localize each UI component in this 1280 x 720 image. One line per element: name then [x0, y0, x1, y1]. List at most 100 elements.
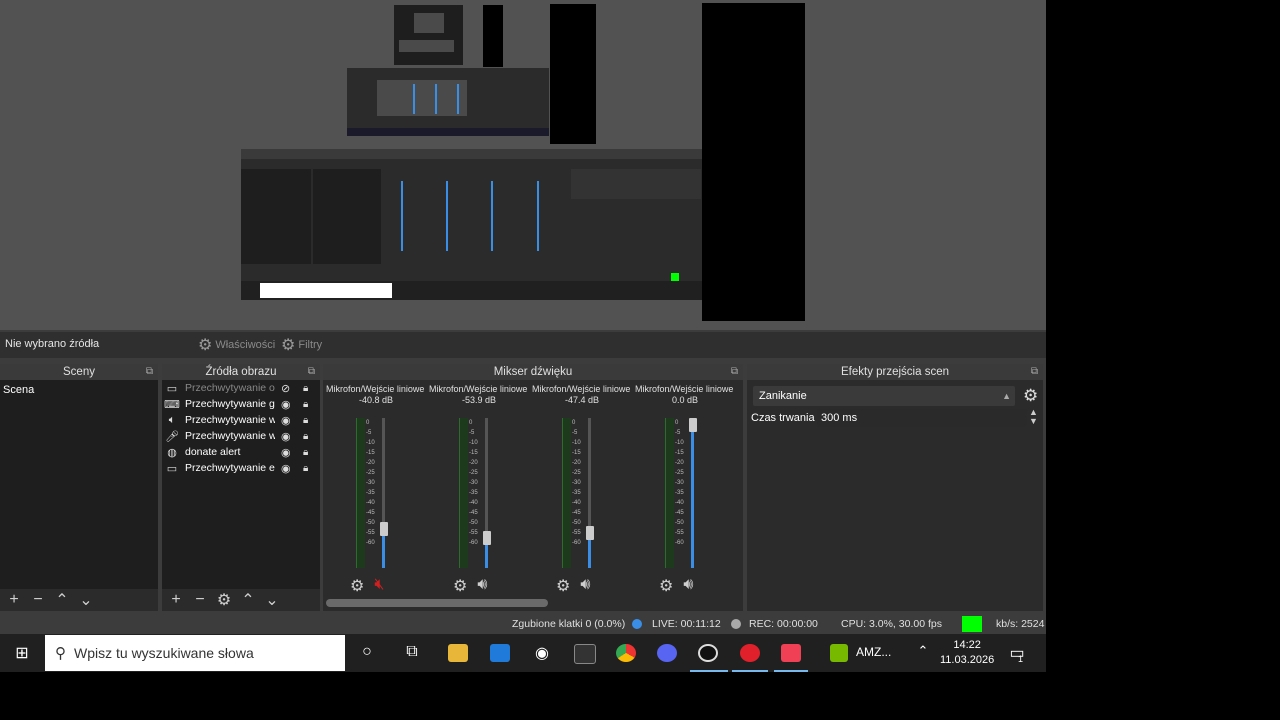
- move-up-icon[interactable]: ⌃: [52, 590, 72, 610]
- properties-button[interactable]: ⚙ Właściwości: [198, 335, 275, 355]
- nvidia-icon[interactable]: [830, 644, 848, 662]
- chevron-up-icon[interactable]: ⌃: [912, 643, 934, 663]
- meter-tick-label: 0: [572, 420, 576, 426]
- steam-icon[interactable]: ◉: [531, 643, 553, 663]
- discord-icon[interactable]: [657, 644, 677, 662]
- scene-item[interactable]: Scena: [0, 380, 158, 400]
- spinner-icon[interactable]: ▲ ▼: [1029, 408, 1038, 426]
- app-red-icon[interactable]: [740, 644, 760, 662]
- chrome-icon[interactable]: [616, 644, 636, 662]
- gear-icon[interactable]: ⚙: [659, 576, 673, 596]
- move-up-icon[interactable]: ⌃: [238, 590, 258, 610]
- lock-icon[interactable]: 🔒︎: [303, 399, 308, 410]
- undock-icon[interactable]: ⧉: [1031, 364, 1038, 380]
- duration-field[interactable]: 300 ms: [817, 409, 1027, 427]
- pocket-icon[interactable]: [781, 644, 801, 662]
- source-item[interactable]: ◍ donate alert ◉ 🔒︎: [162, 444, 320, 460]
- source-item[interactable]: ▭ Przechwytywanie o ⊘ 🔒︎: [162, 380, 320, 396]
- clock[interactable]: 14:22 11.03.2026: [940, 638, 994, 668]
- meter-scale: 0 -5 -10 -15 -20 -25 -30 -35 -40 -45 -50 -55 -60: [469, 418, 483, 568]
- gear-icon[interactable]: ⚙: [556, 576, 570, 596]
- source-item[interactable]: ⌨ Przechwytywanie g ◉ 🔒︎: [162, 396, 320, 412]
- file-explorer-icon[interactable]: [448, 644, 468, 662]
- meter-tick-label: -10: [469, 440, 478, 446]
- source-item[interactable]: 🎤︎ Przechwytywanie w ◉ 🔒︎: [162, 428, 320, 444]
- source-name: Przechwytywanie w: [185, 414, 275, 426]
- gear-icon[interactable]: ⚙: [453, 576, 467, 596]
- meter-tick-label: -30: [366, 480, 375, 486]
- meter-tick-label: -20: [675, 460, 684, 466]
- gear-icon[interactable]: ⚙: [350, 576, 364, 596]
- move-down-icon[interactable]: ⌄: [76, 590, 96, 610]
- preview-capture-black-mid: [550, 4, 596, 144]
- meter-tick-label: -15: [572, 450, 581, 456]
- undock-icon[interactable]: ⧉: [731, 364, 738, 380]
- monitor-icon: ▭: [166, 462, 178, 475]
- meter-tick-label: -35: [366, 490, 375, 496]
- source-item[interactable]: 🔈︎ Przechwytywanie w ◉ 🔒︎: [162, 412, 320, 428]
- volume-fader[interactable]: [382, 418, 385, 568]
- volume-fader[interactable]: [691, 418, 694, 568]
- notifications-icon[interactable]: ▭: [1006, 643, 1028, 663]
- channel-db: -47.4 dB: [564, 395, 600, 405]
- meter-tick-label: -30: [572, 480, 581, 486]
- eye-icon[interactable]: ◉: [281, 446, 291, 459]
- epic-games-icon[interactable]: [574, 644, 596, 664]
- lock-icon[interactable]: 🔒︎: [303, 463, 308, 474]
- add-icon[interactable]: +: [4, 591, 24, 609]
- meter-tick-label: -10: [572, 440, 581, 446]
- speaker-icon[interactable]: 🔊︎: [477, 576, 487, 596]
- filters-button[interactable]: ⚙ Filtry: [281, 335, 322, 355]
- undock-icon[interactable]: ⧉: [146, 364, 153, 380]
- fader-knob[interactable]: [483, 531, 491, 545]
- taskbar-search[interactable]: ⚲ Wpisz tu wyszukiwane słowa: [45, 635, 345, 671]
- gear-icon[interactable]: ⚙: [214, 590, 234, 610]
- volume-meter: [562, 418, 571, 568]
- channel-db: -53.9 dB: [461, 395, 497, 405]
- live-icon: [632, 619, 642, 629]
- mail-icon[interactable]: [490, 644, 510, 662]
- properties-label: Właściwości: [215, 339, 276, 351]
- source-item[interactable]: ▭ Przechwytywanie e ◉ 🔒︎: [162, 460, 320, 476]
- speaker-icon[interactable]: 🔊︎: [580, 576, 590, 596]
- windows-start-icon[interactable]: ⊞: [11, 643, 33, 663]
- fader-knob[interactable]: [586, 526, 594, 540]
- fader-knob[interactable]: [380, 522, 388, 536]
- eye-icon[interactable]: ◉: [281, 398, 291, 411]
- volume-meter: [665, 418, 674, 568]
- sources-title-text: Źródła obrazu: [205, 366, 277, 378]
- preview-nested-small: [394, 5, 463, 65]
- eye-hidden-icon[interactable]: ⊘: [281, 382, 290, 395]
- eye-icon[interactable]: ◉: [281, 430, 291, 443]
- volume-fader[interactable]: [485, 418, 488, 568]
- channel-name: Mikrofon/Wejście liniowe: [326, 384, 425, 394]
- scenes-list: Scena: [0, 380, 158, 589]
- undock-icon[interactable]: ⧉: [308, 364, 315, 380]
- obs-icon[interactable]: [698, 644, 718, 662]
- transition-select[interactable]: Zanikanie ▲▼: [753, 386, 1015, 421]
- lock-icon[interactable]: 🔒︎: [303, 447, 308, 458]
- volume-fader[interactable]: [588, 418, 591, 568]
- remove-icon[interactable]: −: [28, 591, 48, 609]
- cortana-icon[interactable]: ○: [356, 643, 378, 663]
- muted-speaker-icon[interactable]: 🔇︎: [374, 576, 384, 596]
- move-down-icon[interactable]: ⌄: [262, 590, 282, 610]
- eye-icon[interactable]: ◉: [281, 414, 291, 427]
- lock-icon[interactable]: 🔒︎: [303, 383, 308, 394]
- lock-icon[interactable]: 🔒︎: [303, 415, 308, 426]
- nvidia-label[interactable]: AMZ...: [856, 645, 891, 659]
- add-icon[interactable]: +: [166, 591, 186, 609]
- gear-icon[interactable]: ⚙: [1023, 386, 1038, 406]
- preview-canvas[interactable]: [0, 0, 1046, 330]
- obs-window: Nie wybrano źródła ⚙ Właściwości ⚙ Filtr…: [0, 0, 1046, 672]
- fader-knob[interactable]: [689, 418, 697, 432]
- mixer-scrollbar[interactable]: [326, 599, 548, 607]
- eye-icon[interactable]: ◉: [281, 462, 291, 475]
- filters-label: Filtry: [298, 339, 323, 351]
- task-view-icon[interactable]: ⧉: [401, 643, 423, 663]
- source-name: Przechwytywanie o: [185, 382, 275, 394]
- remove-icon[interactable]: −: [190, 591, 210, 609]
- speaker-icon[interactable]: 🔊︎: [683, 576, 693, 596]
- meter-tick-label: -60: [675, 540, 684, 546]
- lock-icon[interactable]: 🔒︎: [303, 431, 308, 442]
